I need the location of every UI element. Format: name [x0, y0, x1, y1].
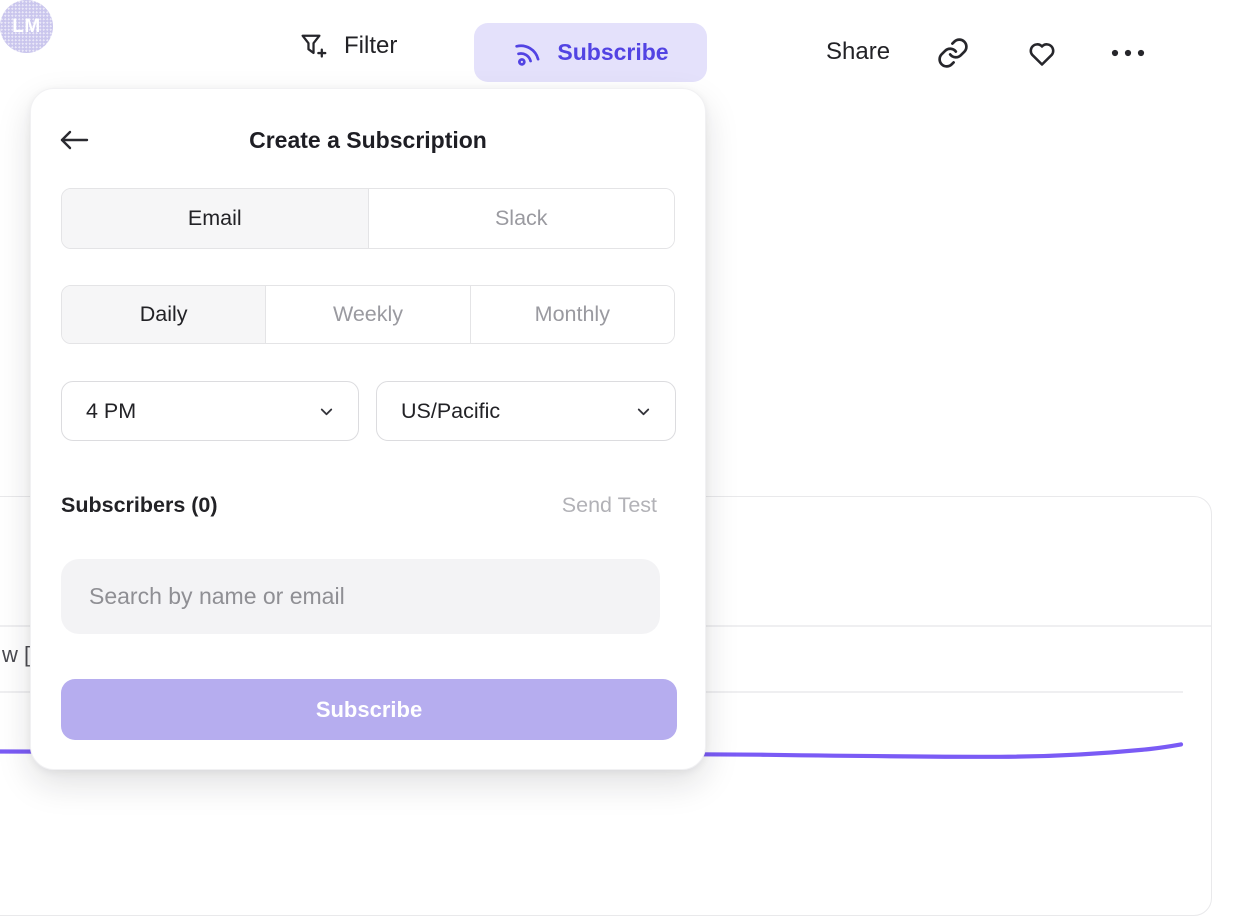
favorite-button[interactable]: [1025, 36, 1059, 70]
create-subscription-dialog: Create a Subscription Email Slack Daily …: [30, 88, 706, 770]
link-icon: [936, 36, 970, 70]
filter-funnel-icon: [297, 30, 329, 62]
tab-monthly[interactable]: Monthly: [470, 286, 674, 343]
share-button[interactable]: Share: [826, 38, 890, 66]
chevron-down-icon: [317, 402, 336, 421]
rss-subscribe-icon: [509, 34, 547, 72]
timezone-select[interactable]: US/Pacific: [376, 381, 676, 441]
subscribe-submit-button[interactable]: Subscribe: [61, 679, 677, 740]
ellipsis-icon: [1108, 41, 1148, 65]
frequency-segmented-control: Daily Weekly Monthly: [61, 285, 675, 344]
user-avatar[interactable]: LM: [0, 0, 53, 53]
send-test-button[interactable]: Send Test: [562, 493, 657, 518]
copy-link-button[interactable]: [936, 36, 970, 70]
tab-weekly[interactable]: Weekly: [265, 286, 469, 343]
tab-daily[interactable]: Daily: [62, 286, 265, 343]
share-label: Share: [826, 38, 890, 66]
chevron-down-icon: [634, 402, 653, 421]
dialog-title: Create a Subscription: [31, 127, 705, 154]
heart-icon: [1025, 36, 1059, 70]
time-select[interactable]: 4 PM: [61, 381, 359, 441]
avatar-initials: LM: [12, 16, 40, 38]
tab-slack[interactable]: Slack: [368, 189, 675, 248]
tab-email[interactable]: Email: [62, 189, 368, 248]
subscribers-row: Subscribers (0) Send Test: [61, 493, 657, 518]
clipped-background-text: w [: [2, 642, 30, 668]
subscribe-submit-label: Subscribe: [316, 697, 422, 723]
time-select-value: 4 PM: [86, 399, 136, 424]
subscribe-toolbar-button[interactable]: Subscribe: [474, 23, 707, 82]
filter-label: Filter: [344, 32, 397, 60]
subscriber-search-input[interactable]: [61, 559, 660, 634]
more-options-button[interactable]: [1108, 41, 1148, 65]
subscribe-toolbar-label: Subscribe: [557, 39, 668, 66]
filter-button[interactable]: Filter: [297, 30, 397, 62]
channel-segmented-control: Email Slack: [61, 188, 675, 249]
timezone-select-value: US/Pacific: [401, 399, 500, 424]
subscribers-count-label: Subscribers (0): [61, 493, 218, 518]
